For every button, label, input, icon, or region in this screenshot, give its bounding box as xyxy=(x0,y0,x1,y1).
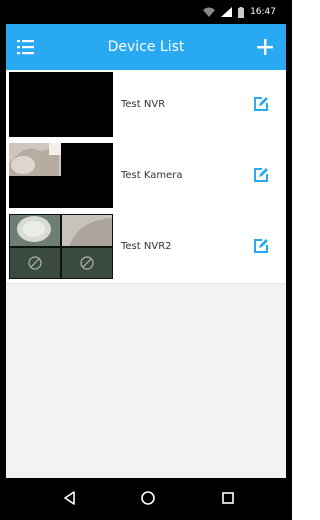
status-bar: 16:47 xyxy=(6,0,286,24)
device-thumbnail xyxy=(9,72,113,137)
edit-icon[interactable] xyxy=(253,167,269,183)
wifi-icon xyxy=(203,7,216,17)
device-frame-right xyxy=(286,0,292,520)
plus-icon xyxy=(257,39,273,55)
page-title: Device List xyxy=(107,39,185,55)
device-name: Test NVR xyxy=(121,99,166,110)
app-bar: Device List xyxy=(6,24,286,70)
battery-icon xyxy=(238,6,245,18)
add-device-button[interactable] xyxy=(254,36,276,58)
home-icon[interactable] xyxy=(140,490,156,510)
device-row-test-kamera[interactable]: Test Kamera xyxy=(6,141,286,213)
device-thumbnail xyxy=(9,143,113,208)
device-thumbnail xyxy=(9,214,113,279)
edit-icon[interactable] xyxy=(253,238,269,254)
device-row-test-nvr[interactable]: Test NVR xyxy=(6,70,286,142)
device-name: Test NVR2 xyxy=(121,241,172,252)
navigation-bar xyxy=(6,478,286,520)
back-icon[interactable] xyxy=(62,490,78,510)
edit-icon[interactable] xyxy=(253,96,269,112)
recents-icon[interactable] xyxy=(220,490,236,510)
device-list: Test NVR Test Kamera Test NVR2 xyxy=(6,70,286,478)
device-row-test-nvr2[interactable]: Test NVR2 xyxy=(6,212,286,284)
status-time: 16:47 xyxy=(250,7,276,17)
signal-icon xyxy=(221,7,233,17)
device-name: Test Kamera xyxy=(121,170,183,181)
